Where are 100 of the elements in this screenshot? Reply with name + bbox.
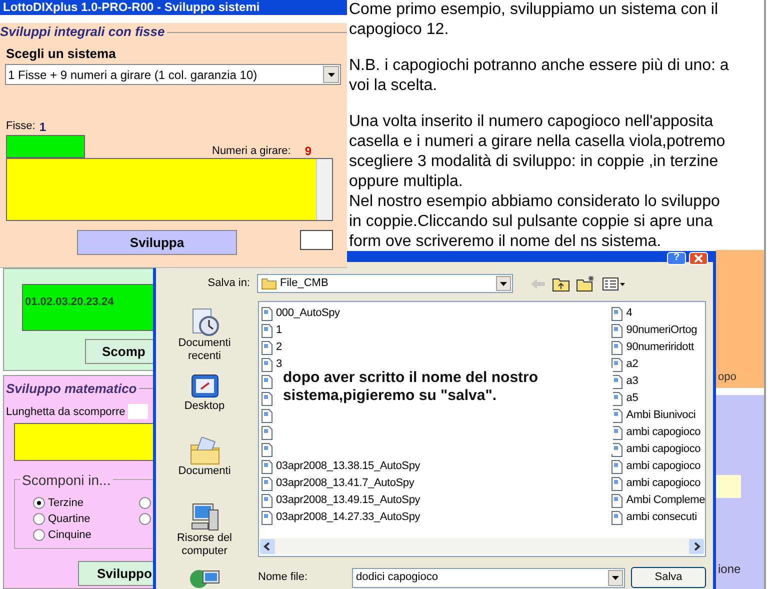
- radio-button[interactable]: [33, 497, 45, 509]
- folder-dropdown[interactable]: File_CMB: [257, 274, 513, 293]
- instruction-paragraph: Come primo esempio, sviluppiamo un sistema con il capogioco 12.: [349, 0, 720, 40]
- help-button[interactable]: ?: [667, 252, 686, 264]
- close-icon: [694, 254, 703, 262]
- file-icon[interactable]: [261, 442, 273, 456]
- scroll-right-icon[interactable]: [689, 539, 704, 554]
- file-name[interactable]: a5: [626, 390, 638, 407]
- file-icon[interactable]: [611, 426, 624, 440]
- input-field[interactable]: [128, 404, 148, 420]
- system-dropdown[interactable]: 1 Fisse + 9 numeri a girare (1 col. garanzia 10): [5, 64, 341, 85]
- desktop-icon[interactable]: [188, 372, 220, 400]
- file-name[interactable]: 90numeriridott: [626, 339, 694, 356]
- file-icon[interactable]: [611, 460, 624, 474]
- field-label: Salva in:: [206, 276, 250, 292]
- file-name[interactable]: ambi consecuti: [626, 509, 697, 526]
- result-field[interactable]: 01.02.03.20.23.24: [22, 284, 153, 331]
- file-icon[interactable]: [261, 494, 273, 508]
- save-button[interactable]: Salva: [631, 567, 706, 588]
- radio-button[interactable]: [139, 497, 151, 509]
- file-icon[interactable]: [611, 476, 624, 490]
- radio-button[interactable]: [33, 529, 45, 541]
- sviluppo-button[interactable]: Sviluppo: [78, 561, 153, 586]
- file-icon[interactable]: [611, 374, 624, 388]
- file-name[interactable]: ambi capogioco: [626, 475, 701, 492]
- file-name[interactable]: a2: [626, 356, 638, 373]
- new-folder-icon[interactable]: [576, 275, 596, 292]
- file-name[interactable]: a3: [626, 373, 638, 390]
- file-icon[interactable]: [611, 494, 624, 508]
- file-name[interactable]: Ambi Biunivoci: [626, 407, 696, 424]
- dropdown-button[interactable]: [608, 570, 623, 586]
- window-title: LottoDIXplus 1.0-PRO-R00 - Sviluppo sistemi: [0, 0, 347, 15]
- group-title: Sviluppo matematico: [5, 380, 138, 398]
- file-name[interactable]: 03apr2008_13.38.15_AutoSpy: [276, 458, 420, 475]
- group-title: Sviluppi integrali con fisse: [0, 23, 166, 42]
- file-icon[interactable]: [611, 358, 624, 372]
- place-label[interactable]: Documenti recenti: [170, 337, 240, 363]
- input-field[interactable]: [6, 135, 85, 158]
- file-icon[interactable]: [261, 306, 273, 320]
- file-icon[interactable]: [261, 460, 273, 474]
- dropdown-button[interactable]: [496, 276, 511, 291]
- file-icon[interactable]: [611, 324, 624, 338]
- folder-icon: [261, 277, 277, 290]
- callout-text: dopo aver scritto il nome del nostro sistema,pigieremo su "salva".: [283, 369, 540, 405]
- place-label[interactable]: Desktop: [170, 400, 240, 413]
- file-name[interactable]: 1: [276, 322, 282, 339]
- place-label[interactable]: Risorse del computer: [170, 532, 240, 558]
- file-name[interactable]: Ambi Compleme: [626, 492, 705, 509]
- file-name[interactable]: 03apr2008_13.49.15_AutoSpy: [276, 492, 420, 509]
- file-icon[interactable]: [611, 306, 624, 320]
- input-field[interactable]: [14, 423, 153, 461]
- computer-icon[interactable]: [188, 502, 220, 532]
- result-text: 01.02.03.20.23.24: [25, 296, 114, 308]
- radio-button[interactable]: [33, 513, 45, 525]
- file-name[interactable]: ambi capogioco: [626, 424, 701, 441]
- file-name[interactable]: ambi capogioco: [626, 441, 701, 458]
- folder-icon[interactable]: [188, 437, 220, 465]
- scomponi-button[interactable]: Scomp: [85, 339, 153, 364]
- file-icon[interactable]: [611, 510, 624, 524]
- folder-up-icon[interactable]: [552, 276, 570, 292]
- view-menu-icon[interactable]: [602, 276, 626, 290]
- instruction-paragraph: Nel nostro esempio abbiamo considerato lo sviluppo in coppie.Cliccando sul pulsante coppie si apre una form ove scriveremo il nome del ns sistema.: [349, 192, 721, 252]
- file-icon[interactable]: [611, 392, 624, 406]
- file-icon[interactable]: [261, 426, 273, 440]
- vertical-scrollbar[interactable]: [316, 159, 332, 220]
- file-icon[interactable]: [261, 408, 273, 422]
- file-icon[interactable]: [611, 408, 624, 422]
- filename-field[interactable]: dodici capogioco: [352, 568, 625, 588]
- file-name[interactable]: 03apr2008_14.27.33_AutoSpy: [276, 509, 420, 526]
- dropdown-button[interactable]: [323, 66, 339, 83]
- file-name[interactable]: 2: [276, 339, 282, 356]
- file-icon[interactable]: [261, 324, 273, 338]
- radio-button[interactable]: [139, 513, 151, 525]
- sviluppa-button[interactable]: Sviluppa: [77, 230, 237, 255]
- input-field[interactable]: [716, 475, 741, 498]
- close-button[interactable]: [689, 252, 708, 264]
- scroll-left-icon[interactable]: [260, 539, 275, 554]
- file-icon[interactable]: [611, 442, 624, 456]
- input-field[interactable]: [6, 158, 333, 221]
- file-icon[interactable]: [261, 510, 273, 524]
- file-name[interactable]: 90numeriOrtog: [626, 322, 698, 339]
- field-label: Fisse:: [6, 119, 36, 134]
- file-name[interactable]: 3: [276, 356, 282, 373]
- input-field[interactable]: [300, 230, 333, 250]
- file-icon[interactable]: [261, 392, 273, 406]
- field-label: Nome file:: [258, 570, 309, 586]
- file-name[interactable]: 000_AutoSpy: [276, 305, 340, 322]
- file-name[interactable]: 03apr2008_13.41.7_AutoSpy: [276, 475, 414, 492]
- globe-computer-icon[interactable]: [188, 567, 220, 589]
- file-icon[interactable]: [261, 340, 273, 354]
- file-name[interactable]: 4: [626, 305, 632, 322]
- place-label[interactable]: Documenti: [170, 465, 240, 478]
- file-icon[interactable]: [261, 476, 273, 490]
- file-icon[interactable]: [261, 374, 273, 388]
- file-name[interactable]: ambi capogioco: [626, 458, 701, 475]
- file-icon[interactable]: [611, 340, 624, 354]
- option-label: Quartine: [48, 512, 90, 527]
- horizontal-scrollbar[interactable]: [260, 538, 704, 555]
- file-icon[interactable]: [261, 358, 273, 372]
- caret-icon: [500, 282, 507, 286]
